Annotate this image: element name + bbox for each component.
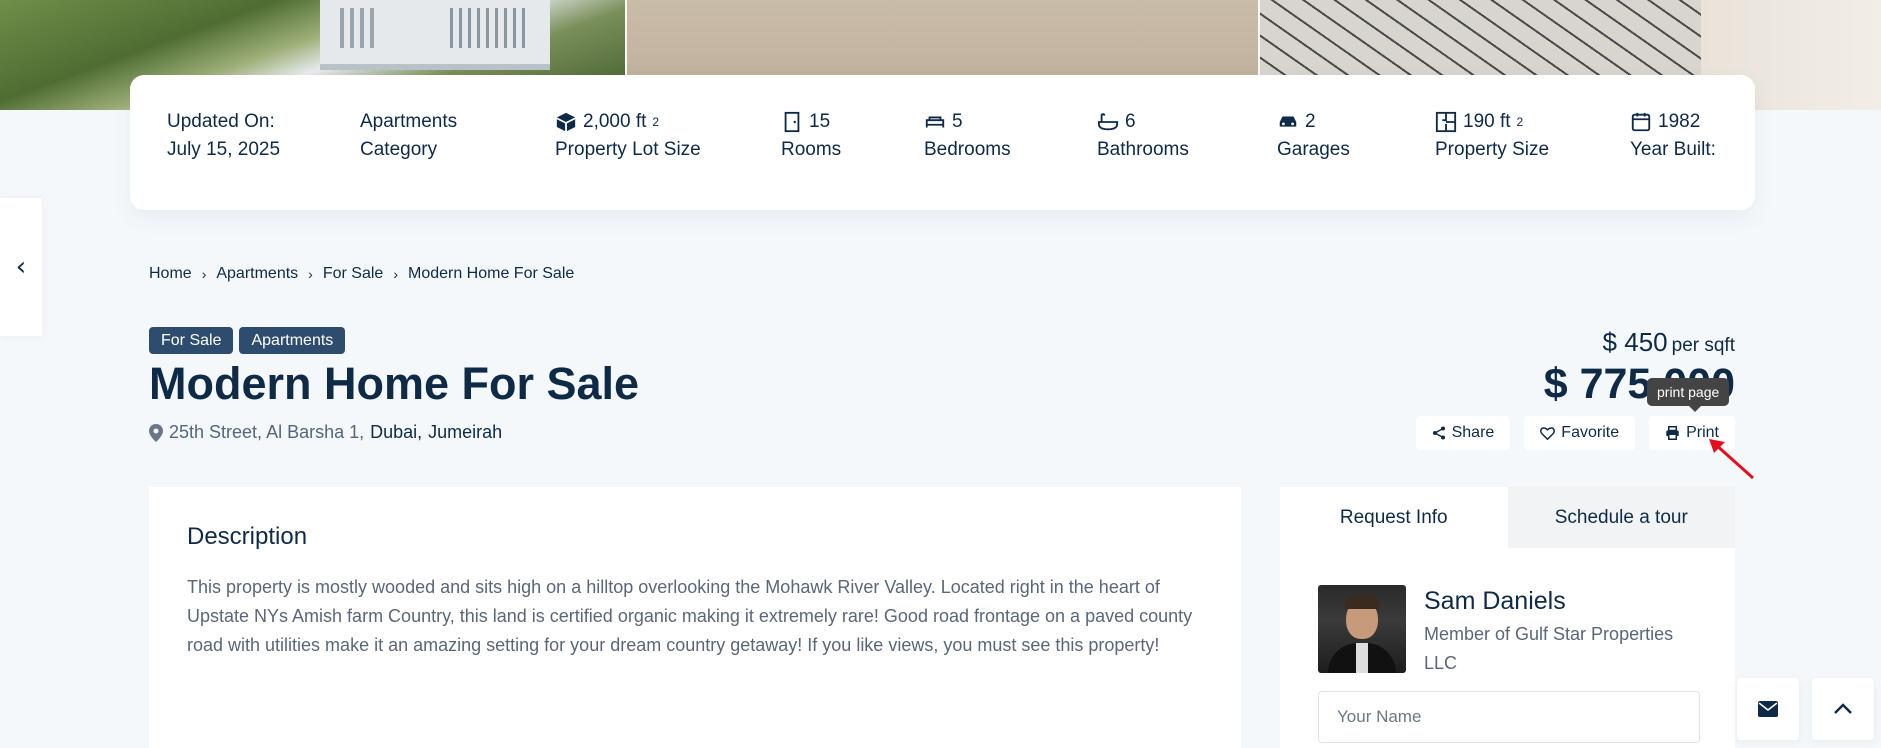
breadcrumb-home[interactable]: Home — [149, 265, 192, 283]
stat-label: Rooms — [781, 139, 842, 160]
stat-label: Property Lot Size — [555, 139, 701, 160]
contact-card: Request Info Schedule a tour Sam Daniels… — [1280, 487, 1735, 748]
share-button[interactable]: Share — [1415, 416, 1511, 450]
chevron-right-icon: › — [393, 266, 398, 282]
stat-label: Category — [360, 139, 438, 160]
property-address: 25th Street, Al Barsha 1, Dubai, Jumeira… — [149, 422, 502, 443]
stat-label: Property Size — [1435, 139, 1550, 160]
favorite-label: Favorite — [1561, 424, 1620, 441]
print-tooltip: print page — [1647, 378, 1730, 412]
agent-info: Sam Daniels Member of Gulf Star Properti… — [1318, 585, 1704, 678]
address-area[interactable]: Jumeirah — [428, 422, 502, 443]
stat-value: 2 — [1305, 111, 1316, 132]
breadcrumb-current: Modern Home For Sale — [407, 265, 575, 282]
stat-property-size: 190 ft 2 Property Size — [1435, 110, 1549, 161]
agent-name[interactable]: Sam Daniels — [1424, 587, 1704, 616]
stat-bathrooms: 6 Bathrooms — [1097, 110, 1189, 161]
stat-rooms: 15 Rooms — [781, 110, 841, 161]
floorplan-icon — [1435, 111, 1457, 133]
previous-listing-button[interactable]: ‹ — [0, 198, 42, 336]
property-tags: For Sale Apartments — [149, 327, 346, 354]
share-label: Share — [1451, 424, 1495, 441]
calendar-icon — [1631, 112, 1651, 132]
door-icon — [784, 111, 800, 133]
stat-label: July 15, 2025 — [167, 139, 281, 160]
chevron-right-icon: › — [308, 266, 313, 282]
stat-value: 6 — [1125, 111, 1136, 132]
tag-apartments[interactable]: Apartments — [239, 327, 346, 354]
map-pin-icon — [149, 423, 163, 442]
cube-icon — [556, 112, 576, 132]
breadcrumb: Home › Apartments › For Sale › Modern Ho… — [149, 265, 574, 283]
stat-value: 15 — [809, 111, 831, 132]
stat-category: Apartments Category — [360, 110, 457, 161]
action-buttons: Share Favorite Print — [1415, 416, 1735, 450]
stat-value: Updated On: — [167, 111, 275, 132]
stat-value: 2,000 ft — [583, 111, 647, 132]
contact-float-button[interactable] — [1737, 678, 1799, 740]
stat-label: Year Built: — [1630, 139, 1716, 160]
stat-year-built: 1982 Year Built: — [1630, 110, 1716, 161]
stat-value: Apartments — [360, 111, 458, 132]
chevron-up-icon — [1834, 703, 1852, 714]
stat-updated: Updated On: July 15, 2025 — [167, 110, 280, 161]
description-heading: Description — [187, 523, 308, 550]
page-title: Modern Home For Sale — [149, 358, 640, 409]
property-stats-bar: Updated On: July 15, 2025 Apartments Cat… — [130, 75, 1755, 210]
stat-lot-size: 2,000 ft 2 Property Lot Size — [555, 110, 701, 161]
avatar[interactable] — [1318, 585, 1406, 673]
bathtub-icon — [1097, 113, 1119, 131]
stat-bedrooms: 5 Bedrooms — [924, 110, 1011, 161]
favorite-button[interactable]: Favorite — [1524, 416, 1636, 450]
stat-label: Bedrooms — [924, 139, 1011, 160]
stat-value: 190 ft — [1463, 111, 1511, 132]
description-text: This property is mostly wooded and sits … — [187, 577, 1193, 655]
price-per-sqft-unit: per sqft — [1671, 335, 1735, 356]
heart-icon — [1540, 427, 1556, 440]
stat-garages: 2 Garages — [1277, 110, 1350, 161]
stat-value: 5 — [952, 111, 963, 132]
breadcrumb-for-sale[interactable]: For Sale — [323, 265, 383, 283]
bed-icon — [925, 116, 945, 128]
printer-icon — [1666, 426, 1679, 440]
tag-for-sale[interactable]: For Sale — [149, 327, 234, 354]
stat-value-sup: 2 — [1516, 115, 1524, 129]
address-city[interactable]: Dubai, — [370, 422, 422, 443]
stat-value: 1982 — [1658, 111, 1701, 132]
chevron-right-icon: › — [201, 266, 207, 282]
description-card: Description This property is mostly wood… — [149, 487, 1241, 748]
name-field[interactable] — [1318, 691, 1700, 743]
stat-label: Garages — [1277, 139, 1350, 160]
car-icon — [1279, 116, 1297, 127]
stat-label: Bathrooms — [1097, 139, 1189, 160]
address-street: 25th Street, Al Barsha 1, — [169, 422, 365, 442]
tab-schedule-tour[interactable]: Schedule a tour — [1507, 487, 1735, 548]
annotation-arrow-icon — [1709, 439, 1755, 480]
chevron-left-icon: ‹ — [15, 252, 27, 282]
breadcrumb-apartments[interactable]: Apartments — [216, 265, 298, 283]
tab-request-info[interactable]: Request Info — [1280, 487, 1508, 548]
scroll-top-button[interactable] — [1812, 678, 1874, 740]
envelope-icon — [1758, 701, 1778, 717]
price-per-sqft-amount: $ 450 — [1602, 327, 1668, 357]
share-icon — [1432, 426, 1445, 440]
stat-value-sup: 2 — [652, 115, 660, 129]
price-per-sqft: $ 450 per sqft — [1603, 327, 1735, 358]
agent-organization: Member of Gulf Star Properties LLC — [1424, 624, 1674, 673]
contact-tabs: Request Info Schedule a tour — [1280, 487, 1735, 548]
